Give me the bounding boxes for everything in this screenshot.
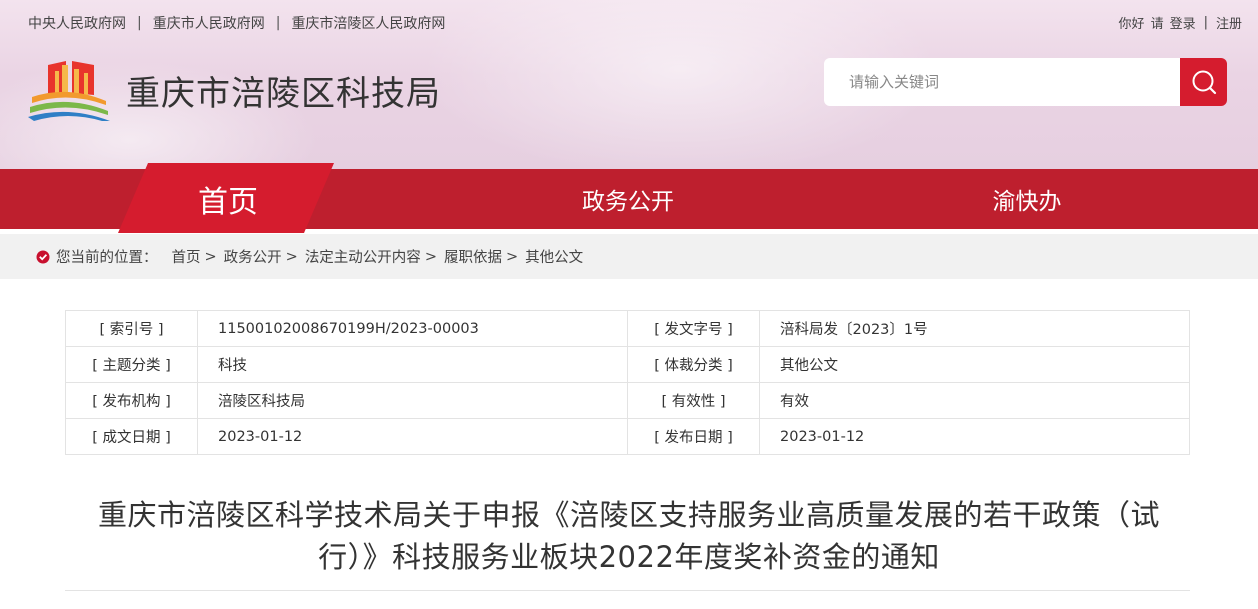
greeting-text: 你好 — [1118, 17, 1145, 32]
top-link-chongqing-gov[interactable]: 重庆市人民政府网 — [153, 13, 265, 33]
nav-gov-affairs[interactable]: 政务公开 — [548, 169, 708, 229]
meta-key-validity: [ 有效性 ] — [627, 382, 760, 419]
table-row: [ 索引号 ] 11500102008670199H/2023-00003 [ … — [65, 310, 1190, 347]
top-link-central-gov[interactable]: 中央人民政府网 — [28, 13, 126, 33]
please-text: 请 — [1150, 17, 1164, 32]
meta-value-publish-date: 2023-01-12 — [759, 418, 1190, 455]
breadcrumb-separator: > — [285, 248, 298, 265]
breadcrumb-separator: > — [424, 248, 437, 265]
location-pin-icon — [36, 250, 50, 263]
search-input[interactable] — [824, 58, 1180, 106]
meta-key-topic: [ 主题分类 ] — [65, 346, 198, 383]
main-nav: 首页 政务公开 渝快办 — [0, 163, 1258, 233]
meta-key-written-date: [ 成文日期 ] — [65, 418, 198, 455]
meta-key-doc-number: [ 发文字号 ] — [627, 310, 760, 347]
meta-value-genre: 其他公文 — [759, 346, 1190, 383]
top-link-fuling-gov[interactable]: 重庆市涪陵区人民政府网 — [291, 13, 445, 33]
breadcrumb-separator: > — [204, 248, 217, 265]
meta-value-written-date: 2023-01-12 — [197, 418, 628, 455]
meta-key-publisher: [ 发布机构 ] — [65, 382, 198, 419]
breadcrumb: 您当前的位置： 首页 > 政务公开 > 法定主动公开内容 > 履职依据 > 其他… — [0, 234, 1258, 279]
document-title-line: 行）》科技服务业板块2022年度奖补资金的通知 — [318, 540, 940, 574]
meta-key-publish-date: [ 发布日期 ] — [627, 418, 760, 455]
breadcrumb-separator: > — [505, 248, 519, 265]
table-row: [ 成文日期 ] 2023-01-12 [ 发布日期 ] 2023-01-12 — [65, 418, 1190, 455]
user-links: 你好 请 登录 | 注册 — [1113, 13, 1242, 32]
divider: | — [1203, 15, 1208, 30]
table-row: [ 主题分类 ] 科技 [ 体裁分类 ] 其他公文 — [65, 346, 1190, 383]
search-icon — [1192, 70, 1216, 95]
register-link[interactable]: 注册 — [1216, 13, 1242, 32]
meta-key-index: [ 索引号 ] — [65, 310, 198, 347]
nav-home[interactable]: 首页 — [150, 169, 306, 229]
top-links: 中央人民政府网 | 重庆市人民政府网 | 重庆市涪陵区人民政府网 — [28, 13, 445, 33]
document-title: 重庆市涪陵区科学技术局关于申报《涪陵区支持服务业高质量发展的若干政策（试 行）》… — [80, 494, 1178, 578]
search-button[interactable] — [1180, 58, 1227, 106]
meta-value-doc-number: 涪科局发〔2023〕1号 — [759, 310, 1190, 347]
meta-value-index: 11500102008670199H/2023-00003 — [197, 310, 628, 347]
document-meta-table: [ 索引号 ] 11500102008670199H/2023-00003 [ … — [65, 310, 1190, 455]
table-row: [ 发布机构 ] 涪陵区科技局 [ 有效性 ] 有效 — [65, 382, 1190, 419]
breadcrumb-label: 您当前的位置： — [56, 250, 158, 266]
divider: | — [137, 15, 142, 31]
divider: | — [275, 15, 281, 31]
header-banner: 中央人民政府网 | 重庆市人民政府网 | 重庆市涪陵区人民政府网 你好 请 登录… — [0, 0, 1258, 169]
meta-key-genre: [ 体裁分类 ] — [627, 346, 760, 383]
breadcrumb-duty-basis[interactable]: 履职依据 — [444, 246, 502, 267]
divider — [65, 590, 1190, 591]
login-link[interactable]: 登录 — [1170, 13, 1196, 32]
search-box — [824, 58, 1227, 106]
site-logo-icon[interactable] — [28, 57, 110, 121]
breadcrumb-statutory-content[interactable]: 法定主动公开内容 — [305, 246, 421, 267]
breadcrumb-gov-affairs[interactable]: 政务公开 — [224, 246, 282, 267]
site-title: 重庆市涪陵区科技局 — [126, 74, 441, 114]
meta-value-publisher: 涪陵区科技局 — [197, 382, 628, 419]
breadcrumb-home[interactable]: 首页 — [172, 246, 201, 267]
nav-yu-kuai-ban[interactable]: 渝快办 — [947, 169, 1107, 229]
meta-value-topic: 科技 — [197, 346, 628, 383]
breadcrumb-other-docs[interactable]: 其他公文 — [525, 246, 583, 267]
meta-value-validity: 有效 — [759, 382, 1190, 419]
document-title-line: 重庆市涪陵区科学技术局关于申报《涪陵区支持服务业高质量发展的若干政策（试 — [97, 498, 1160, 532]
